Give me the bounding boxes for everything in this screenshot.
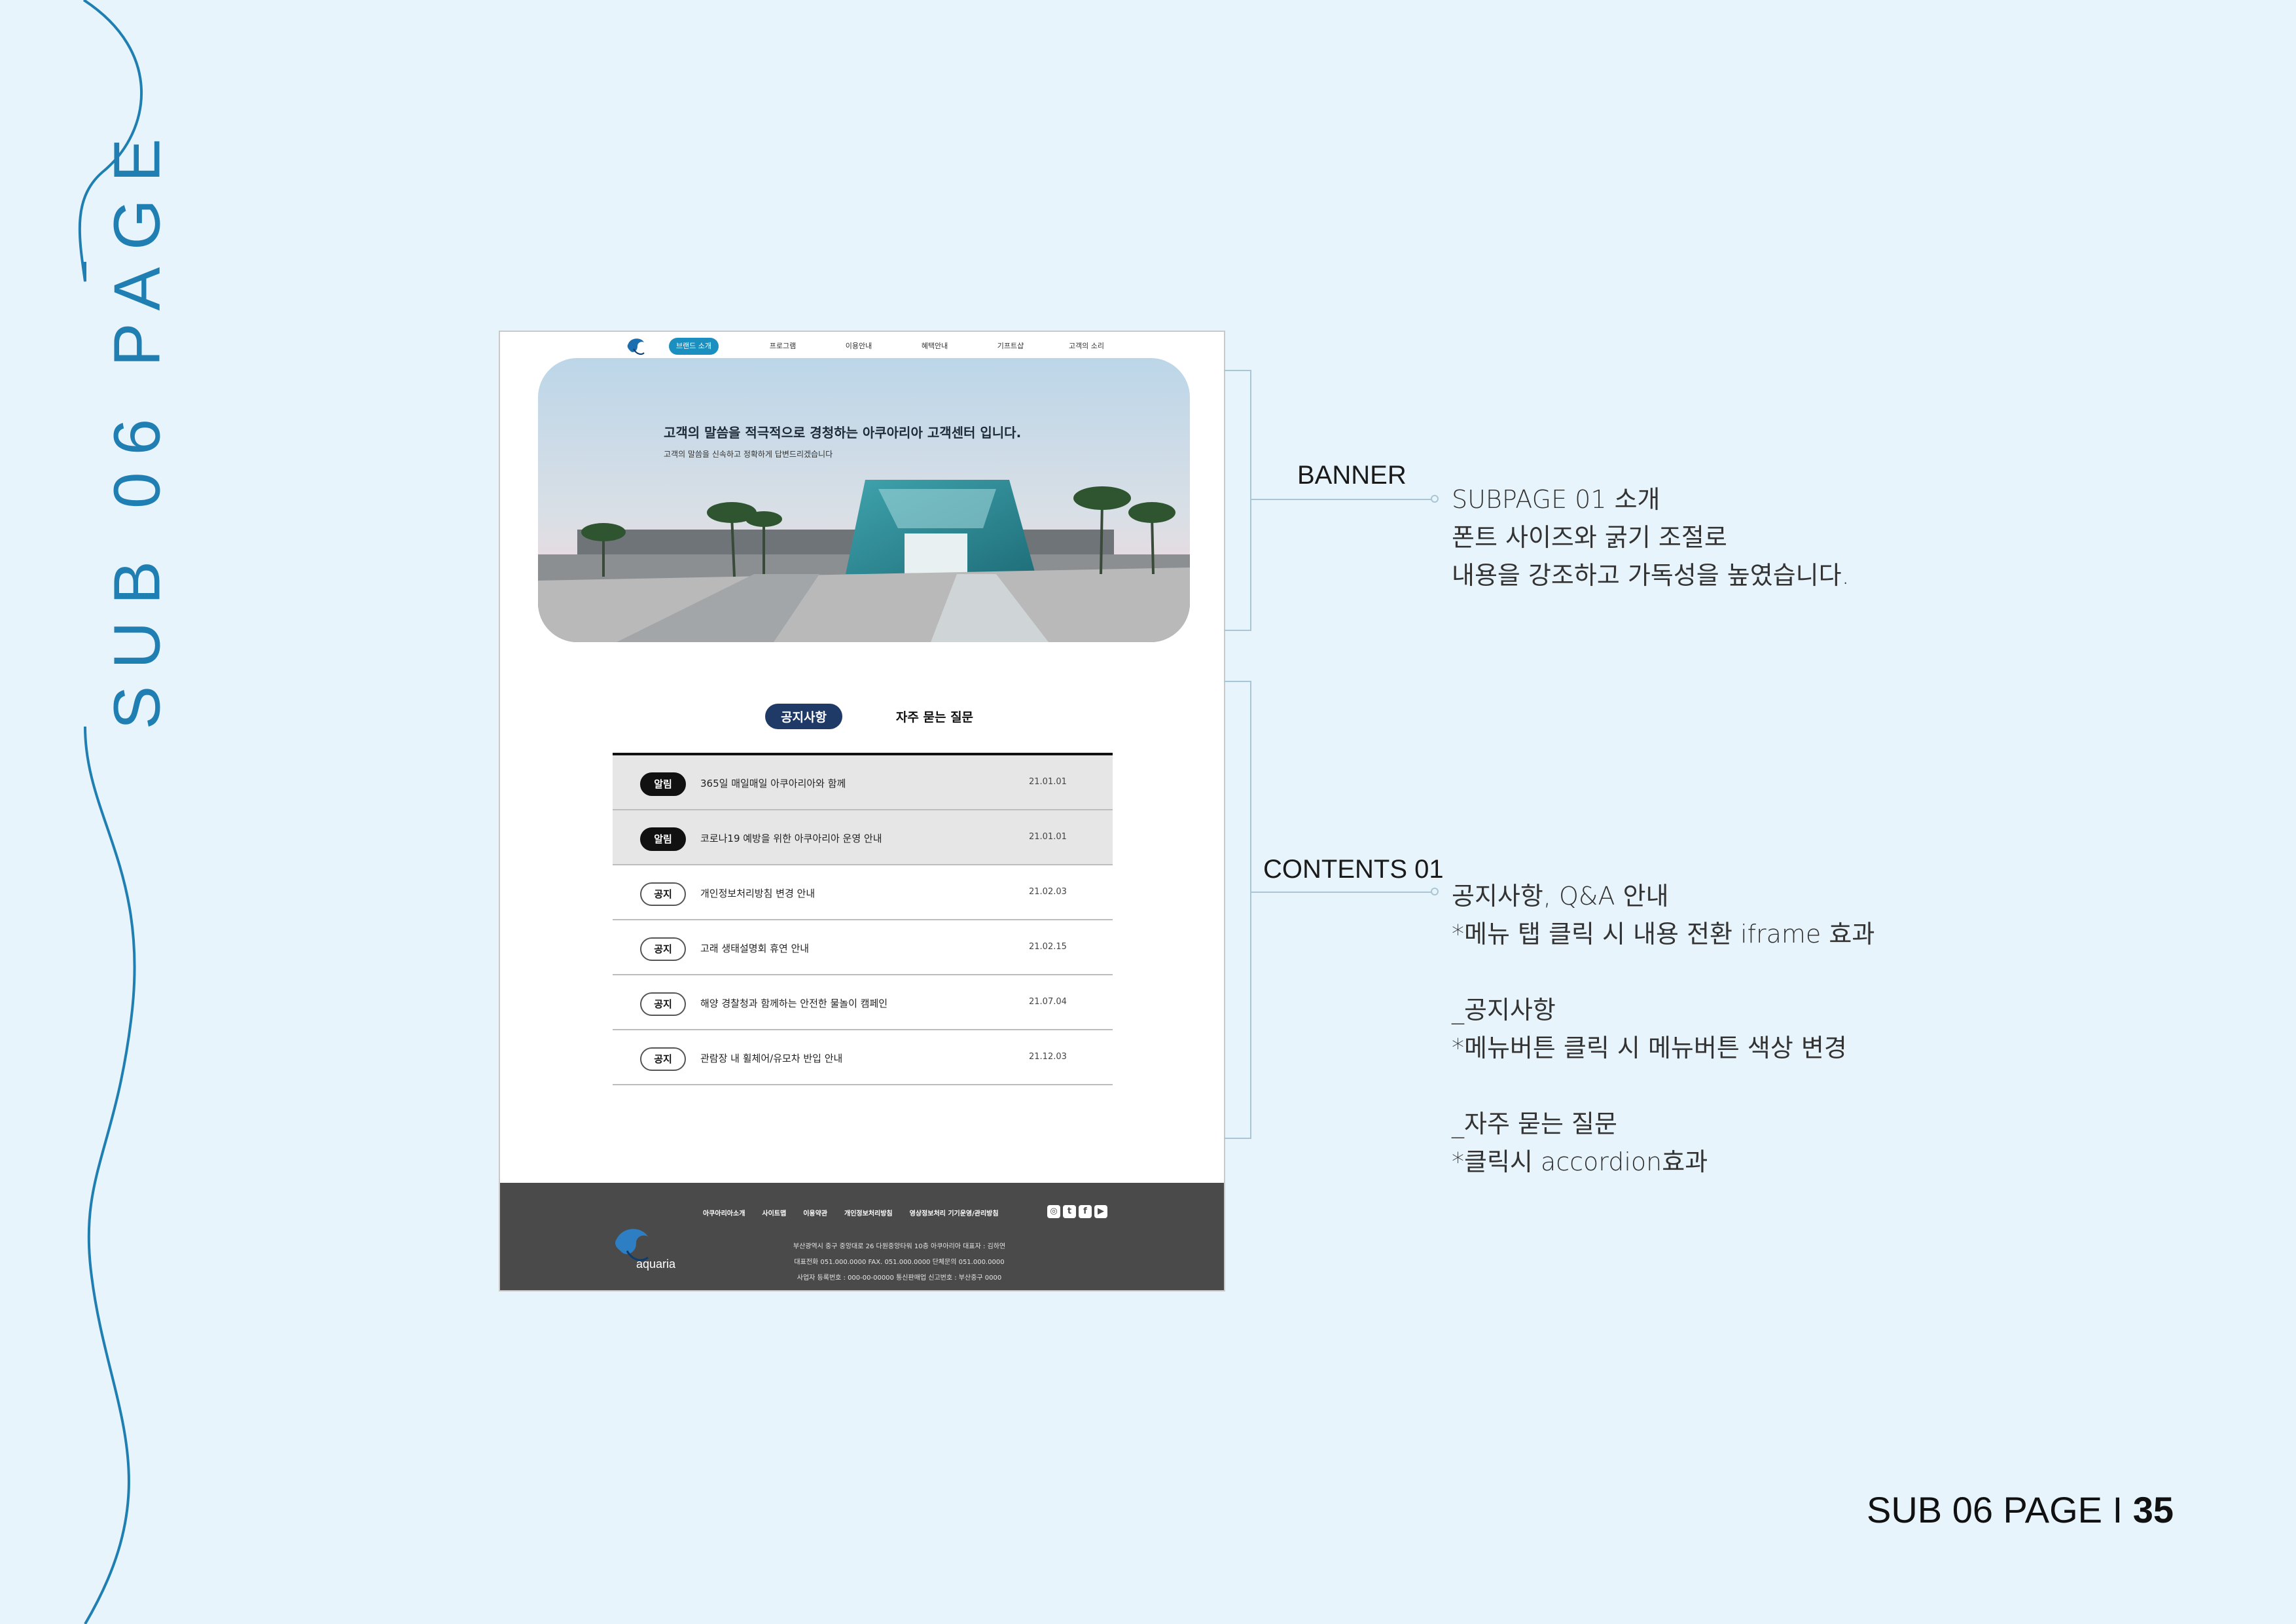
banner-description: SUBPAGE 01 소개 폰트 사이즈와 굵기 조절로 내용을 강조하고 가독… [1452, 485, 1850, 590]
notice-badge: 알림 [640, 772, 686, 796]
footer-link-terms[interactable]: 이용약관 [803, 1208, 827, 1218]
notice-title[interactable]: 고래 생태설명회 휴연 안내 [700, 941, 809, 955]
banner-photo [538, 358, 1190, 642]
website-mockup: 브랜드 소개 프로그램 이용안내 혜택안내 기프트샵 고객의 소리 고객의 말씀… [499, 331, 1225, 1291]
footer-phone: 대표전화 051.000.0000 FAX. 051.000.0000 단체문의… [794, 1259, 1005, 1266]
aquaria-logo-icon[interactable] [624, 334, 648, 361]
notice-badge: 공지 [640, 937, 686, 961]
contents-leader-dot [1431, 888, 1439, 895]
contents-leader [1250, 892, 1433, 893]
list-item[interactable]: 공지 해양 경찰청과 함께하는 안전한 물놀이 캠페인 21.07.04 [613, 975, 1113, 1030]
footer-business-number: 사업자 등록번호 : 000-00-00000 통신판매업 신고번호 : 부산중… [797, 1274, 1002, 1282]
footer-info: 부산광역시 중구 중앙대로 26 다원중앙타워 10층 아쿠아리아 대표자 : … [703, 1239, 1096, 1286]
notice-list: 알림 365일 매일매일 아쿠아리아와 함께 21.01.01 알림 코로나19… [613, 753, 1113, 1085]
facebook-icon[interactable]: f [1079, 1205, 1092, 1218]
notice-title[interactable]: 코로나19 예방을 위한 아쿠아리아 운영 안내 [700, 831, 882, 845]
footer-link-sitemap[interactable]: 사이트맵 [762, 1208, 786, 1218]
notice-title[interactable]: 개인정보처리방침 변경 안내 [700, 886, 815, 900]
footer-link-privacy[interactable]: 개인정보처리방침 [844, 1208, 893, 1218]
nav-item-guide[interactable]: 이용안내 [821, 338, 897, 355]
notice-title[interactable]: 관람장 내 휠체어/유모차 반입 안내 [700, 1051, 842, 1065]
notice-date: 21.02.15 [1029, 942, 1067, 952]
footer-logo-text: aquaria [636, 1257, 676, 1271]
nav-item-benefits[interactable]: 혜택안내 [897, 338, 973, 355]
notice-date: 21.01.01 [1029, 777, 1067, 787]
notice-badge: 공지 [640, 882, 686, 906]
banner-title: 고객의 말씀을 적극적으로 경청하는 아쿠아리아 고객센터 입니다. [664, 425, 1022, 441]
list-item[interactable]: 알림 365일 매일매일 아쿠아리아와 함께 21.01.01 [613, 755, 1113, 810]
list-item[interactable]: 알림 코로나19 예방을 위한 아쿠아리아 운영 안내 21.01.01 [613, 810, 1113, 865]
page-number: SUB 06 PAGE I 35 [1867, 1489, 2174, 1531]
footer-link-about[interactable]: 아쿠아리아소개 [703, 1208, 745, 1218]
aquaria-footer-logo-icon[interactable]: aquaria [613, 1225, 685, 1277]
social-links: ◎ t f ▶ [1047, 1205, 1107, 1218]
page-number-value: 35 [2132, 1489, 2174, 1530]
list-item[interactable]: 공지 개인정보처리방침 변경 안내 21.02.03 [613, 865, 1113, 920]
banner-bracket [1224, 370, 1251, 631]
content-tabs: 공지사항 자주 묻는 질문 [765, 704, 989, 729]
banner-label: BANNER [1297, 461, 1407, 490]
banner-leader-dot [1431, 495, 1439, 503]
nav-item-program[interactable]: 프로그램 [745, 338, 821, 355]
notice-badge: 공지 [640, 1047, 686, 1071]
notice-badge: 공지 [640, 992, 686, 1016]
footer-link-cctv[interactable]: 영상정보처리 기기운영/관리방침 [910, 1208, 999, 1218]
list-item[interactable]: 공지 관람장 내 휠체어/유모차 반입 안내 21.12.03 [613, 1030, 1113, 1085]
youtube-icon[interactable]: ▶ [1094, 1205, 1107, 1218]
notice-date: 21.02.03 [1029, 887, 1067, 897]
contents-bracket [1224, 681, 1251, 1139]
site-footer: aquaria 아쿠아리아소개 사이트맵 이용약관 개인정보처리방침 영상정보처… [500, 1183, 1224, 1290]
banner-subtitle: 고객의 말씀을 신속하고 정확하게 답변드리겠습니다 [664, 450, 833, 459]
instagram-icon[interactable]: ◎ [1047, 1205, 1060, 1218]
list-item[interactable]: 공지 고래 생태설명회 휴연 안내 21.02.15 [613, 920, 1113, 975]
contents-description: 공지사항, Q&A 안내 *메뉴 탭 클릭 시 내용 전환 iframe 효과 … [1452, 882, 1875, 1176]
notice-date: 21.12.03 [1029, 1052, 1067, 1062]
tab-notice[interactable]: 공지사항 [765, 704, 842, 729]
notice-date: 21.01.01 [1029, 832, 1067, 842]
notice-date: 21.07.04 [1029, 997, 1067, 1007]
page-number-prefix: SUB 06 PAGE I [1867, 1489, 2133, 1530]
notice-badge: 알림 [640, 827, 686, 851]
contents-label: CONTENTS 01 [1263, 855, 1444, 884]
notice-title[interactable]: 365일 매일매일 아쿠아리아와 함께 [700, 776, 846, 790]
nav-item-voice[interactable]: 고객의 소리 [1049, 338, 1124, 355]
hero-banner: 고객의 말씀을 적극적으로 경청하는 아쿠아리아 고객센터 입니다. 고객의 말… [538, 358, 1190, 642]
side-title: SUB 06 PAGE [100, 121, 174, 730]
banner-leader [1250, 499, 1433, 500]
footer-address: 부산광역시 중구 중앙대로 26 다원중앙타워 10층 아쿠아리아 대표자 : … [793, 1243, 1006, 1250]
footer-links: 아쿠아리아소개 사이트맵 이용약관 개인정보처리방침 영상정보처리 기기운영/관… [703, 1208, 999, 1218]
twitter-icon[interactable]: t [1063, 1205, 1076, 1218]
nav-item-giftshop[interactable]: 기프트샵 [973, 338, 1049, 355]
nav-item-brand[interactable]: 브랜드 소개 [669, 338, 719, 355]
tab-faq[interactable]: 자주 묻는 질문 [880, 704, 989, 729]
notice-title[interactable]: 해양 경찰청과 함께하는 안전한 물놀이 캠페인 [700, 996, 888, 1010]
nav-menu: 브랜드 소개 프로그램 이용안내 혜택안내 기프트샵 고객의 소리 [669, 338, 1124, 355]
